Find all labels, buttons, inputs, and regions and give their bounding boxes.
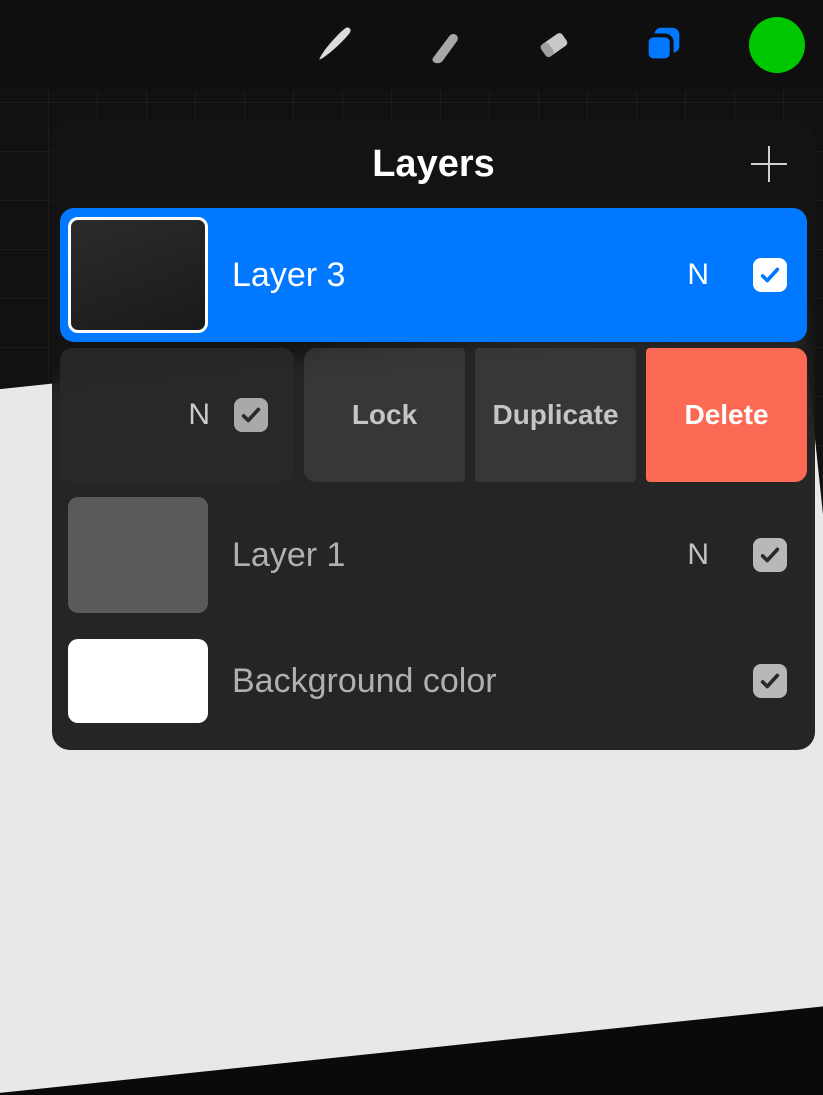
layer-row-peek[interactable]: N bbox=[60, 348, 294, 482]
layers-panel-icon[interactable] bbox=[639, 20, 689, 70]
layer-blend-mode[interactable]: N bbox=[687, 538, 709, 572]
layer-thumbnail[interactable] bbox=[68, 217, 208, 333]
layer-row-selected[interactable]: Layer 3 N bbox=[60, 208, 807, 342]
layer-name-label[interactable]: Layer 3 bbox=[232, 256, 663, 295]
layers-panel-title: Layers bbox=[372, 143, 495, 186]
duplicate-layer-button[interactable]: Duplicate bbox=[475, 348, 636, 482]
layer-row[interactable]: Layer 1 N bbox=[60, 488, 807, 622]
brush-tool-icon[interactable] bbox=[309, 20, 359, 70]
layer-thumbnail[interactable] bbox=[68, 497, 208, 613]
color-chip[interactable] bbox=[749, 17, 805, 73]
top-toolbar bbox=[0, 0, 823, 90]
lock-layer-button[interactable]: Lock bbox=[304, 348, 465, 482]
layer-visibility-checkbox[interactable] bbox=[753, 664, 787, 698]
layer-name-label[interactable]: Background color bbox=[232, 662, 729, 701]
eraser-tool-icon[interactable] bbox=[529, 20, 579, 70]
add-layer-button[interactable] bbox=[747, 142, 791, 186]
layer-visibility-checkbox[interactable] bbox=[753, 258, 787, 292]
smudge-tool-icon[interactable] bbox=[419, 20, 469, 70]
layers-panel: Layers Layer 3 N N Lock Duplicate Delete… bbox=[52, 120, 815, 750]
layer-row-swiped: N Lock Duplicate Delete bbox=[60, 348, 807, 482]
layers-panel-header: Layers bbox=[52, 120, 815, 208]
layer-visibility-checkbox[interactable] bbox=[234, 398, 268, 432]
layer-blend-mode: N bbox=[188, 398, 210, 432]
delete-layer-button[interactable]: Delete bbox=[646, 348, 807, 482]
layer-visibility-checkbox[interactable] bbox=[753, 538, 787, 572]
layer-name-label[interactable]: Layer 1 bbox=[232, 536, 663, 575]
layer-thumbnail[interactable] bbox=[68, 639, 208, 723]
layer-row-background[interactable]: Background color bbox=[60, 628, 807, 734]
layer-blend-mode[interactable]: N bbox=[687, 258, 709, 292]
